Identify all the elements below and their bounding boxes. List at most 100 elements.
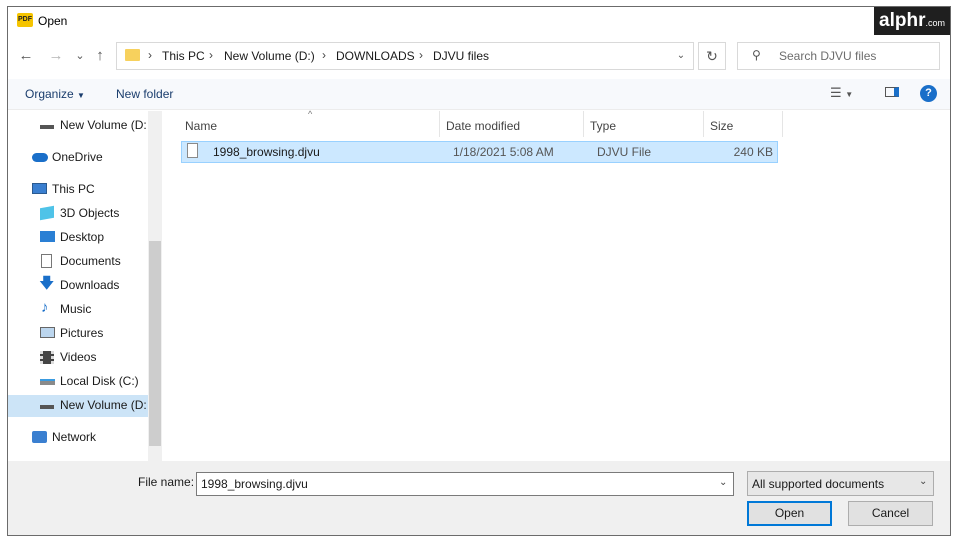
sidebar-item-label: New Volume (D: [60, 118, 147, 132]
window-title: Open [38, 14, 68, 28]
cube-icon [40, 205, 54, 221]
sidebar-item-onedrive[interactable]: OneDrive [8, 147, 148, 169]
sidebar-item-label: Desktop [60, 230, 105, 244]
sort-indicator-icon: ^ [308, 109, 313, 119]
sidebar-scrollbar[interactable] [148, 111, 162, 461]
preview-pane-icon [885, 87, 899, 97]
search-icon: ⚲ [752, 48, 761, 62]
organize-label: Organize [25, 87, 74, 101]
picture-icon [40, 327, 55, 338]
breadcrumb-this-pc[interactable]: This PC [162, 49, 205, 63]
search-placeholder: Search DJVU files [779, 49, 877, 63]
address-dropdown-button[interactable]: ⌄ [673, 47, 689, 65]
preview-pane-button[interactable] [885, 85, 899, 100]
sidebar-item-label: Documents [60, 254, 121, 268]
drive-icon [40, 125, 54, 129]
help-icon[interactable]: ? [920, 85, 937, 102]
chevron-down-icon[interactable]: ⌄ [719, 477, 727, 488]
sidebar-item-music[interactable]: ♪ Music [8, 299, 148, 321]
chevron-down-icon: ⌄ [919, 476, 928, 487]
sidebar-item-label: 3D Objects [60, 206, 120, 220]
breadcrumb-separator: › [322, 48, 326, 62]
video-icon [40, 351, 54, 364]
breadcrumb-separator: › [148, 48, 152, 62]
sidebar-item-label: OneDrive [52, 150, 103, 164]
file-name-label: File name: [138, 475, 195, 489]
breadcrumb-downloads[interactable]: DOWNLOADS [336, 49, 415, 63]
recent-locations-button[interactable]: ⌄ [69, 45, 91, 67]
sidebar-item-label: Downloads [60, 278, 120, 292]
disk-icon [40, 379, 55, 385]
column-header-name[interactable]: Name [185, 119, 217, 133]
sidebar-item-downloads[interactable]: 🡇 Downloads [8, 275, 148, 297]
sidebar-item-label: New Volume (D: [60, 398, 147, 412]
dialog-footer: File name: 1998_browsing.djvu ⌄ All supp… [8, 461, 950, 535]
breadcrumb-separator: › [209, 48, 213, 62]
organize-button[interactable]: Organize ▼ [25, 87, 85, 101]
column-divider[interactable] [782, 111, 783, 137]
desktop-icon [40, 231, 55, 242]
sidebar-item-3d-objects[interactable]: 3D Objects [8, 203, 148, 225]
sidebar-item-label: Videos [60, 350, 97, 364]
list-view-icon: ☰ [830, 85, 842, 100]
file-date: 1/18/2021 5:08 AM [453, 145, 554, 159]
music-icon: ♪ [41, 299, 49, 316]
table-row[interactable]: 1998_browsing.djvu 1/18/2021 5:08 AM DJV… [181, 141, 778, 163]
cloud-icon [32, 153, 48, 162]
file-type-select[interactable]: All supported documents ⌄ [747, 471, 934, 496]
refresh-button[interactable]: ↻ [698, 42, 726, 70]
address-bar[interactable]: › This PC › New Volume (D:) › DOWNLOADS … [116, 42, 694, 70]
sidebar-item-this-pc[interactable]: This PC [8, 179, 148, 201]
new-folder-button[interactable]: New folder [116, 87, 173, 101]
download-icon: 🡇 [39, 275, 55, 292]
file-icon [187, 143, 198, 158]
watermark-suffix: .com [925, 18, 945, 28]
breadcrumb-djvu-files[interactable]: DJVU files [433, 49, 489, 63]
chevron-down-icon: ▼ [77, 91, 85, 100]
column-header-size[interactable]: Size [710, 119, 733, 133]
sidebar-item-network[interactable]: Network [8, 427, 148, 449]
column-divider[interactable] [439, 111, 440, 137]
view-options-button[interactable]: ☰ ▼ [830, 85, 853, 101]
breadcrumb-new-volume[interactable]: New Volume (D:) [224, 49, 315, 63]
navigation-pane: New Volume (D: OneDrive This PC 3D Objec… [8, 111, 162, 461]
sidebar-item-local-disk[interactable]: Local Disk (C:) [8, 371, 148, 393]
file-size: 240 KB [733, 145, 773, 159]
sidebar-item-label: Local Disk (C:) [60, 374, 139, 388]
column-divider[interactable] [703, 111, 704, 137]
sidebar-item-new-volume[interactable]: New Volume (D: [8, 115, 148, 137]
open-button[interactable]: Open [747, 501, 832, 526]
forward-button[interactable]: → [45, 45, 67, 67]
cancel-button[interactable]: Cancel [848, 501, 933, 526]
command-toolbar: Organize ▼ New folder ☰ ▼ ? [8, 79, 950, 110]
alphr-watermark: alphr.com [874, 7, 950, 35]
sidebar-item-new-volume-selected[interactable]: New Volume (D: [8, 395, 148, 417]
up-button[interactable]: ↑ [89, 45, 111, 67]
sidebar-item-pictures[interactable]: Pictures [8, 323, 148, 345]
column-header-date[interactable]: Date modified [446, 119, 520, 133]
folder-icon [125, 49, 140, 61]
drive-icon [40, 405, 54, 409]
file-name: 1998_browsing.djvu [213, 145, 320, 159]
sidebar-item-documents[interactable]: Documents [8, 251, 148, 273]
network-icon [32, 431, 47, 443]
file-type: DJVU File [597, 145, 652, 159]
watermark-brand: alphr [879, 10, 926, 31]
breadcrumb-separator: › [419, 48, 423, 62]
sidebar-item-desktop[interactable]: Desktop [8, 227, 148, 249]
column-divider[interactable] [583, 111, 584, 137]
sidebar-item-label: Network [52, 430, 97, 444]
sidebar-item-videos[interactable]: Videos [8, 347, 148, 369]
sidebar-item-label: This PC [52, 182, 95, 196]
sidebar-item-label: Music [60, 302, 92, 316]
app-icon: PDF [17, 13, 33, 27]
file-name-value: 1998_browsing.djvu [201, 477, 308, 491]
file-name-input[interactable]: 1998_browsing.djvu ⌄ [196, 472, 734, 496]
search-box[interactable]: ⚲ Search DJVU files [737, 42, 940, 70]
back-button[interactable]: ← [15, 45, 37, 67]
open-dialog: PDF Open alphr.com ← → ⌄ ↑ › This PC › N… [7, 6, 951, 536]
column-header-type[interactable]: Type [590, 119, 616, 133]
file-list: ^ Name Date modified Type Size 1998_brow… [163, 109, 950, 461]
title-bar: PDF Open alphr.com [8, 7, 950, 37]
scrollbar-thumb[interactable] [149, 241, 161, 446]
